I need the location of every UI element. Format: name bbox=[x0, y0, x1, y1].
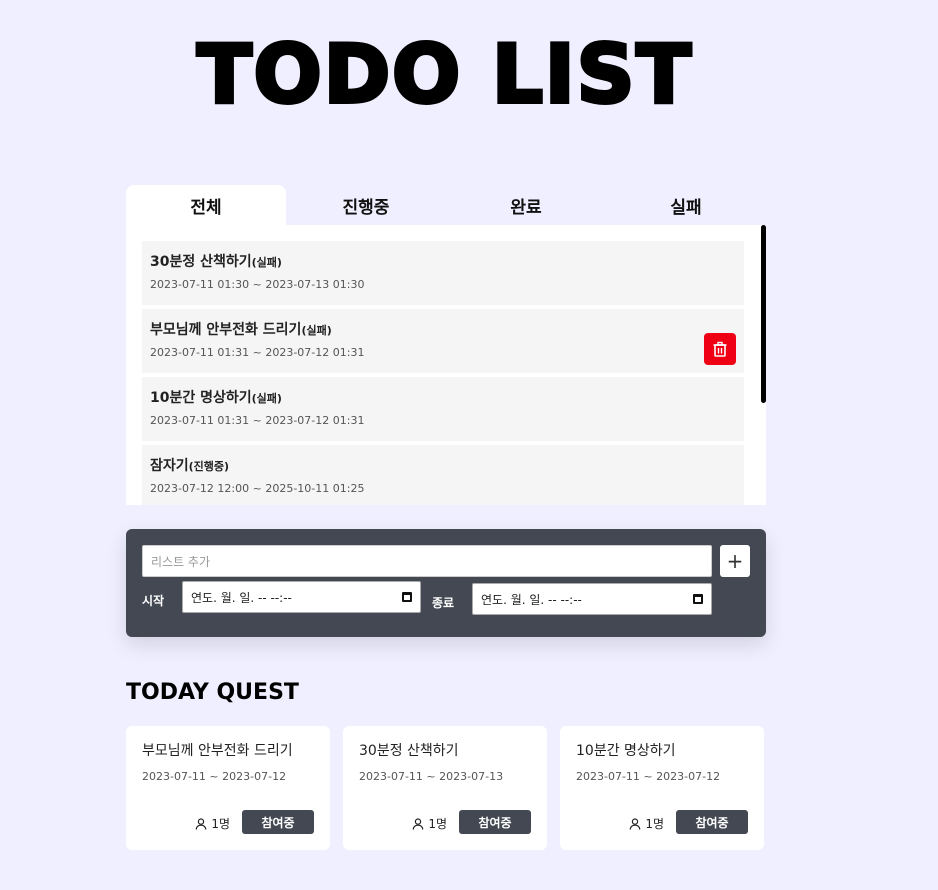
tab-all[interactable]: 전체 bbox=[126, 185, 286, 225]
participant-count: 1명 bbox=[412, 815, 447, 832]
quest-card: 30분정 산책하기 2023-07-11 ~ 2023-07-13 1명 참여중 bbox=[343, 726, 547, 850]
todo-date: 2023-07-11 01:31 ~ 2023-07-12 01:31 bbox=[150, 414, 365, 427]
today-quest-title: TODAY QUEST bbox=[126, 680, 299, 705]
todo-item[interactable]: 잠자기(진행중) 2023-07-12 12:00 ~ 2025-10-11 0… bbox=[142, 445, 744, 505]
user-icon bbox=[629, 817, 641, 830]
user-icon bbox=[195, 817, 207, 830]
todo-status: (진행중) bbox=[188, 460, 230, 473]
todo-title: 10분간 명상하기 bbox=[150, 390, 252, 406]
todo-item[interactable]: 부모님께 안부전화 드리기(실패) 2023-07-11 01:31 ~ 202… bbox=[142, 309, 744, 373]
start-label: 시작 bbox=[142, 594, 165, 608]
calendar-icon[interactable] bbox=[693, 594, 703, 604]
tab-done[interactable]: 완료 bbox=[446, 185, 606, 225]
quest-date: 2023-07-11 ~ 2023-07-13 bbox=[359, 770, 504, 783]
todo-title: 부모님께 안부전화 드리기 bbox=[150, 322, 302, 338]
quest-card: 부모님께 안부전화 드리기 2023-07-11 ~ 2023-07-12 1명… bbox=[126, 726, 330, 850]
end-datetime-value: 연도. 월. 일. -- --:-- bbox=[481, 592, 582, 607]
quest-card: 10분간 명상하기 2023-07-11 ~ 2023-07-12 1명 참여중 bbox=[560, 726, 764, 850]
delete-button[interactable] bbox=[704, 333, 736, 365]
todo-date: 2023-07-11 01:31 ~ 2023-07-12 01:31 bbox=[150, 346, 365, 359]
todo-date: 2023-07-12 12:00 ~ 2025-10-11 01:25 bbox=[150, 482, 365, 495]
todo-title: 30분정 산책하기 bbox=[150, 254, 252, 270]
participant-count-label: 1명 bbox=[645, 817, 664, 831]
app-title: TODO LIST bbox=[195, 28, 693, 122]
quest-title: 30분정 산책하기 bbox=[359, 743, 459, 759]
todo-item[interactable]: 30분정 산책하기(실패) 2023-07-11 01:30 ~ 2023-07… bbox=[142, 241, 744, 305]
list-scrollbar[interactable] bbox=[761, 225, 766, 403]
todo-text-input[interactable]: 리스트 추가 bbox=[142, 545, 712, 577]
add-todo-form: 리스트 추가 + 시작 연도. 월. 일. -- --:-- 종료 연도. 월.… bbox=[126, 529, 766, 637]
todo-status: (실패) bbox=[301, 324, 332, 337]
end-datetime-input[interactable]: 연도. 월. 일. -- --:-- bbox=[472, 583, 712, 615]
quest-title: 10분간 명상하기 bbox=[576, 743, 676, 759]
start-datetime-value: 연도. 월. 일. -- --:-- bbox=[191, 590, 292, 605]
todo-date: 2023-07-11 01:30 ~ 2023-07-13 01:30 bbox=[150, 278, 365, 291]
tab-in-progress[interactable]: 진행중 bbox=[286, 185, 446, 225]
participant-count-label: 1명 bbox=[428, 817, 447, 831]
participant-count-label: 1명 bbox=[211, 817, 230, 831]
trash-icon bbox=[713, 341, 727, 357]
start-datetime-input[interactable]: 연도. 월. 일. -- --:-- bbox=[182, 581, 421, 613]
join-button[interactable]: 참여중 bbox=[242, 810, 314, 834]
todo-item[interactable]: 10분간 명상하기(실패) 2023-07-11 01:31 ~ 2023-07… bbox=[142, 377, 744, 441]
calendar-icon[interactable] bbox=[402, 592, 412, 602]
join-button[interactable]: 참여중 bbox=[676, 810, 748, 834]
tab-bar: 전체 진행중 완료 실패 bbox=[126, 185, 766, 225]
add-button[interactable]: + bbox=[720, 545, 750, 577]
quest-title: 부모님께 안부전화 드리기 bbox=[142, 743, 293, 759]
participant-count: 1명 bbox=[629, 815, 664, 832]
todo-panel: 전체 진행중 완료 실패 30분정 산책하기(실패) 2023-07-11 01… bbox=[126, 185, 766, 505]
todo-title: 잠자기 bbox=[150, 458, 189, 474]
todo-status: (실패) bbox=[251, 256, 282, 269]
user-icon bbox=[412, 817, 424, 830]
todo-status: (실패) bbox=[251, 392, 282, 405]
end-label: 종료 bbox=[432, 596, 455, 610]
join-button[interactable]: 참여중 bbox=[459, 810, 531, 834]
tab-failed[interactable]: 실패 bbox=[606, 185, 766, 225]
quest-date: 2023-07-11 ~ 2023-07-12 bbox=[142, 770, 287, 783]
quest-date: 2023-07-11 ~ 2023-07-12 bbox=[576, 770, 721, 783]
participant-count: 1명 bbox=[195, 815, 230, 832]
todo-list: 30분정 산책하기(실패) 2023-07-11 01:30 ~ 2023-07… bbox=[126, 225, 766, 505]
quest-list: 부모님께 안부전화 드리기 2023-07-11 ~ 2023-07-12 1명… bbox=[126, 726, 764, 850]
